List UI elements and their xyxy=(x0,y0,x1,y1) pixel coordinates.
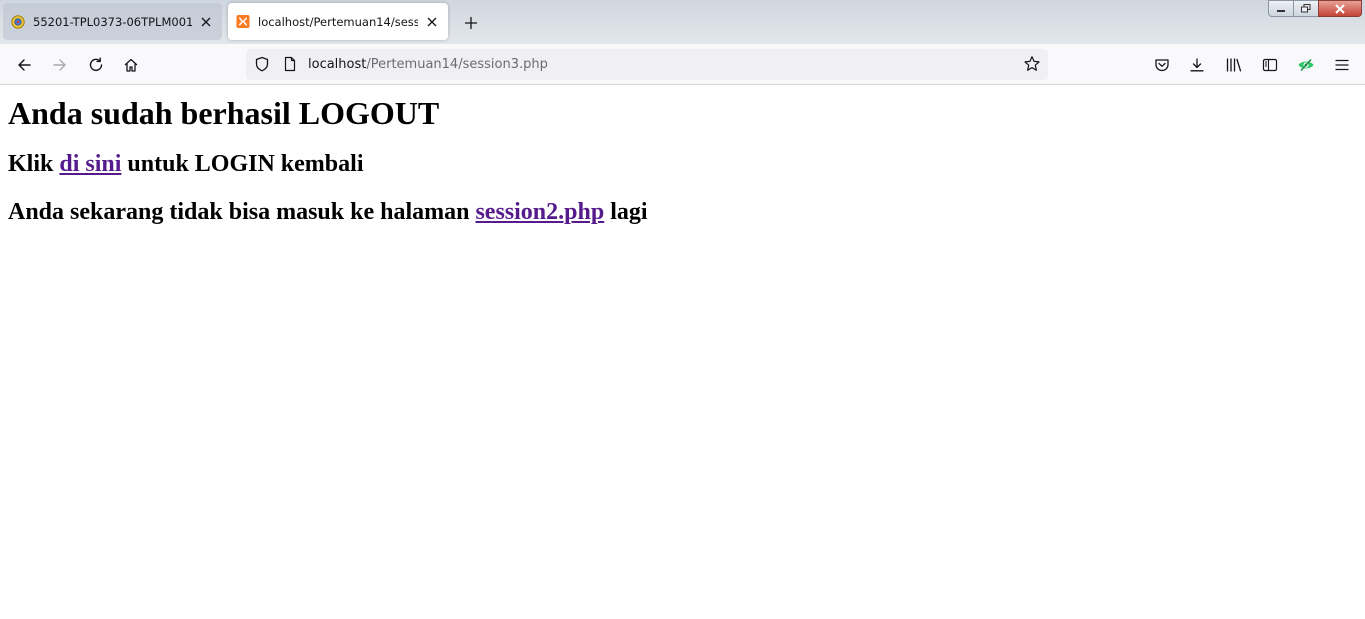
close-icon[interactable] xyxy=(198,14,214,30)
menu-icon xyxy=(1335,59,1349,71)
access-line-suffix: lagi xyxy=(604,199,648,225)
login-line-suffix: untuk LOGIN kembali xyxy=(121,151,364,177)
bookmark-star-icon[interactable] xyxy=(1023,55,1041,73)
xampp-icon xyxy=(236,14,250,29)
back-button[interactable] xyxy=(11,52,37,78)
url-bar[interactable]: localhost/Pertemuan14/session3.php xyxy=(246,49,1048,80)
login-link[interactable]: di sini xyxy=(59,151,121,177)
sidebar-button[interactable] xyxy=(1257,52,1283,78)
shield-icon[interactable] xyxy=(254,56,270,72)
tab-title: localhost/Pertemuan14/session xyxy=(258,14,418,29)
url-host: localhost xyxy=(308,57,367,72)
pocket-icon xyxy=(1155,59,1169,72)
new-tab-button[interactable] xyxy=(460,12,482,34)
reload-icon xyxy=(89,57,103,71)
minimize-button[interactable] xyxy=(1268,0,1294,17)
plus-icon xyxy=(465,17,477,29)
home-icon xyxy=(124,58,138,72)
extension-eye-icon xyxy=(1298,59,1314,71)
restore-button[interactable] xyxy=(1293,0,1319,17)
minimize-icon xyxy=(1277,9,1285,12)
tab-course[interactable]: 55201-TPL0373-06TPLM001-20 xyxy=(3,3,222,40)
navigation-toolbar: localhost/Pertemuan14/session3.php xyxy=(0,44,1365,85)
extension-button[interactable] xyxy=(1293,52,1319,78)
page-icon[interactable] xyxy=(282,56,298,72)
library-icon xyxy=(1226,58,1242,72)
window-controls xyxy=(1268,0,1362,18)
window-close-button[interactable] xyxy=(1318,0,1362,17)
home-button[interactable] xyxy=(118,52,144,78)
access-denied-line: Anda sekarang tidak bisa masuk ke halama… xyxy=(8,198,1357,226)
sidebar-icon xyxy=(1262,58,1278,72)
login-line-prefix: Klik xyxy=(8,151,60,177)
close-icon xyxy=(1335,3,1345,14)
tab-title: 55201-TPL0373-06TPLM001-20 xyxy=(33,14,192,29)
download-icon xyxy=(1190,58,1204,72)
tab-strip: 55201-TPL0373-06TPLM001-20 localhost/Per… xyxy=(0,0,1365,44)
restore-icon xyxy=(1301,4,1311,13)
close-icon[interactable] xyxy=(424,14,440,30)
arrow-right-icon xyxy=(53,59,66,71)
library-button[interactable] xyxy=(1221,52,1247,78)
tab-session3[interactable]: localhost/Pertemuan14/session xyxy=(228,3,448,40)
login-again-line: Klik di sini untuk LOGIN kembali xyxy=(8,150,1357,178)
logout-heading: Anda sudah berhasil LOGOUT xyxy=(8,95,440,131)
access-line-prefix: Anda sekarang tidak bisa masuk ke halama… xyxy=(8,199,476,225)
session2-link[interactable]: session2.php xyxy=(475,199,604,225)
pocket-button[interactable] xyxy=(1149,52,1175,78)
app-menu-button[interactable] xyxy=(1329,52,1355,78)
url-path: /Pertemuan14/session3.php xyxy=(366,57,548,72)
url-text[interactable]: localhost/Pertemuan14/session3.php xyxy=(308,57,548,72)
forward-button[interactable] xyxy=(47,52,73,78)
university-seal-icon xyxy=(11,14,25,29)
page-content: Anda sudah berhasil LOGOUT Klik di sini … xyxy=(8,85,1357,226)
arrow-left-icon xyxy=(18,59,31,71)
downloads-button[interactable] xyxy=(1184,52,1210,78)
reload-button[interactable] xyxy=(83,52,109,78)
